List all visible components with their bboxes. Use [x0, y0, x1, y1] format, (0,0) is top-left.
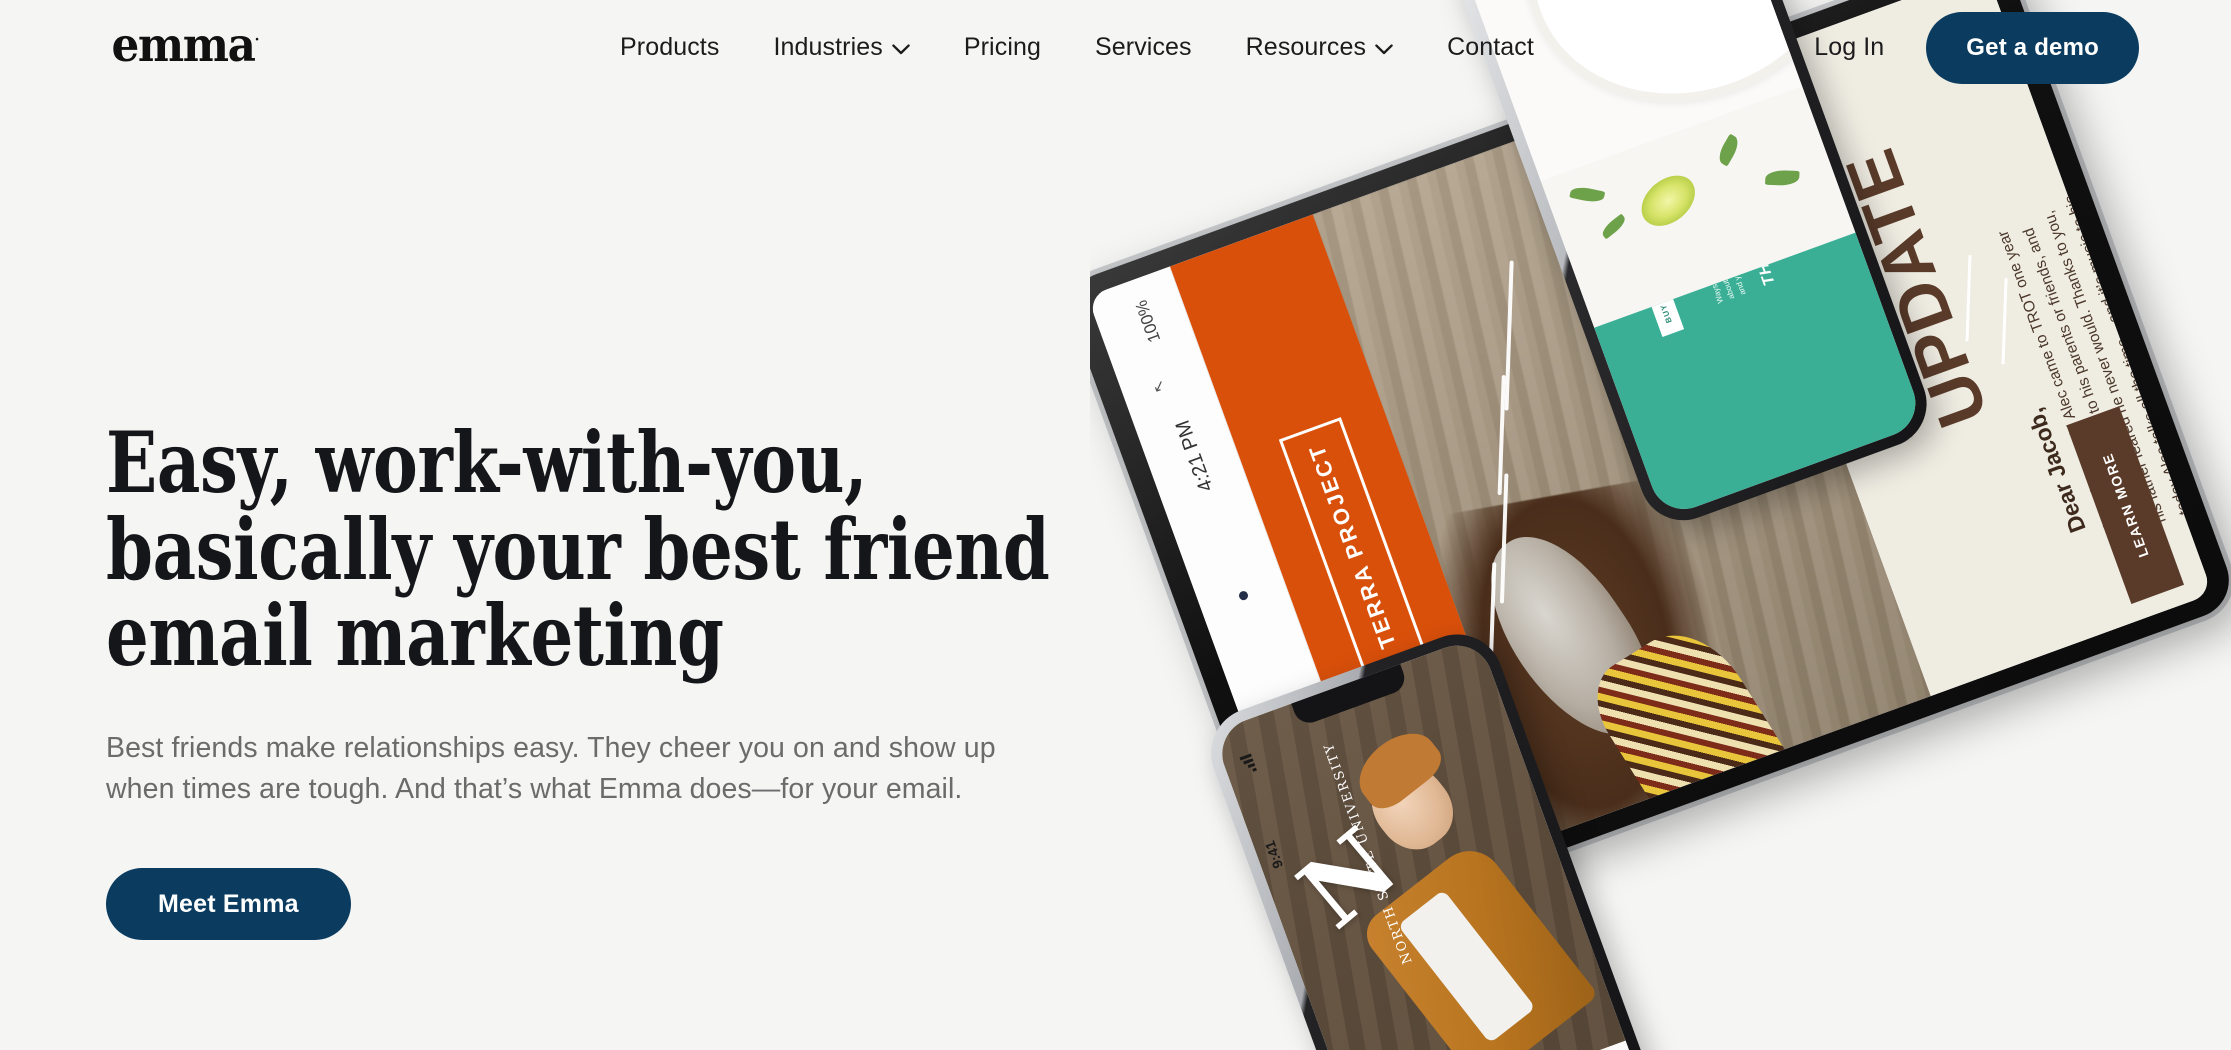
leaf-4	[1765, 169, 1800, 186]
clock-label: 4:21 PM	[1171, 417, 1218, 495]
hero-subhead: Best friends make relationships easy. Th…	[106, 731, 996, 805]
nav-item-pricing[interactable]: Pricing	[964, 33, 1041, 62]
logo-registered-mark: ·	[254, 30, 260, 49]
battery-label: 100%	[1131, 297, 1165, 345]
page-title: Easy, work-with-you, basically your best…	[106, 413, 1106, 686]
nav-label-services: Services	[1094, 33, 1192, 61]
nav-label-contact: Contact	[1447, 33, 1534, 61]
leaf-1	[1569, 184, 1606, 205]
main-navigation: Products Industries Pricing Services Res…	[620, 0, 1534, 95]
headline-line-1: Easy, work-with-you,	[106, 413, 868, 512]
login-link[interactable]: Log In	[1814, 33, 1884, 62]
chevron-down-icon	[1375, 44, 1393, 55]
wifi-icon: ↖	[1148, 377, 1170, 396]
emma-logo[interactable]: emma·	[112, 22, 260, 69]
nav-item-contact[interactable]: Contact	[1447, 33, 1534, 62]
nav-label-pricing: Pricing	[963, 33, 1041, 61]
leaf-2	[1599, 213, 1629, 240]
logo-wordmark: emma	[111, 18, 256, 73]
nav-label-industries: Industries	[773, 33, 883, 61]
camera-icon	[1237, 589, 1250, 602]
nav-item-products[interactable]: Products	[620, 33, 719, 62]
leaf-3	[1715, 133, 1743, 167]
get-a-demo-button[interactable]: Get a demo	[1926, 11, 2139, 84]
header-actions: Log In Get a demo	[1814, 0, 2139, 95]
terra-project-label: TERRA PROJECT	[1303, 440, 1401, 652]
slash-1	[1504, 260, 1515, 411]
nav-item-industries[interactable]: Industries	[773, 33, 910, 62]
chevron-down-icon	[892, 44, 910, 55]
site-header: emma· Products Industries Pricing Servic…	[0, 0, 2231, 95]
rule-2	[2001, 278, 2008, 365]
nav-label-resources: Resources	[1245, 33, 1367, 61]
nav-label-products: Products	[620, 33, 720, 61]
nav-item-services[interactable]: Services	[1095, 33, 1192, 62]
lime-slice-graphic	[1632, 164, 1705, 236]
hero-copy: Easy, work-with-you, basically your best…	[106, 413, 1106, 941]
headline-line-2: basically your best friend	[106, 499, 1050, 599]
headline-line-3: email marketing	[106, 586, 724, 686]
nav-item-resources[interactable]: Resources	[1246, 33, 1393, 62]
hero-device-mockup: 100% ↖ 4:21 PM TERRA PROJECT UPDATE Dear…	[1090, 0, 2231, 1050]
meet-emma-button[interactable]: Meet Emma	[106, 868, 351, 941]
